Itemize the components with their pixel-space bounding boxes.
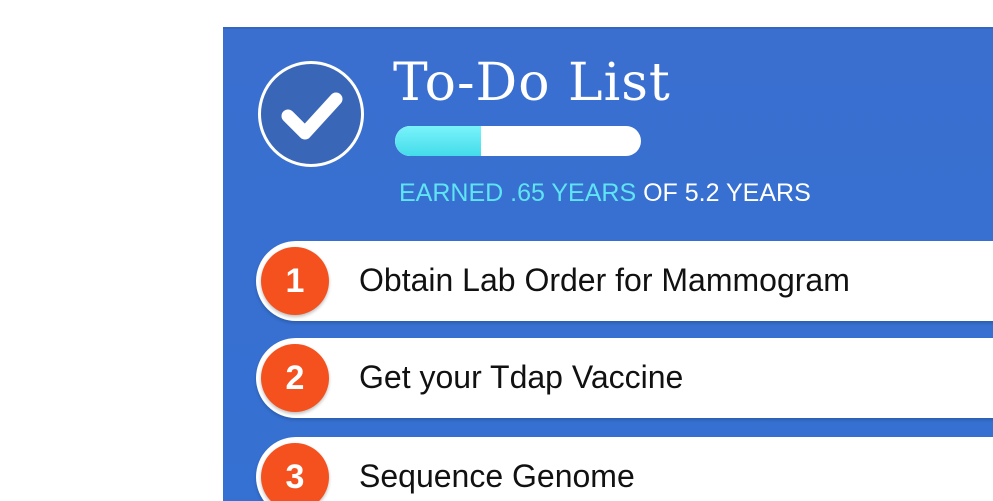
progress-bar <box>395 126 641 156</box>
task-item-3[interactable]: 3 Sequence Genome <box>256 437 993 501</box>
earned-status: EARNED .65 YEARS OF 5.2 YEARS <box>399 179 811 208</box>
task-label: Obtain Lab Order for Mammogram <box>359 262 850 298</box>
task-item-1[interactable]: 1 Obtain Lab Order for Mammogram <box>256 241 993 321</box>
progress-fill <box>395 126 482 156</box>
task-item-2[interactable]: 2 Get your Tdap Vaccine <box>256 338 993 418</box>
task-number-badge: 2 <box>261 344 329 412</box>
todo-panel: To-Do List EARNED .65 YEARS OF 5.2 YEARS… <box>223 27 993 501</box>
task-number-badge: 3 <box>261 443 329 501</box>
checkmark-icon <box>258 61 364 167</box>
task-label: Get your Tdap Vaccine <box>359 359 684 395</box>
page-title: To-Do List <box>393 53 671 113</box>
task-number-badge: 1 <box>261 247 329 315</box>
earned-amount: EARNED .65 YEARS <box>399 179 637 207</box>
task-label: Sequence Genome <box>359 458 635 494</box>
earned-total: OF 5.2 YEARS <box>636 179 811 207</box>
